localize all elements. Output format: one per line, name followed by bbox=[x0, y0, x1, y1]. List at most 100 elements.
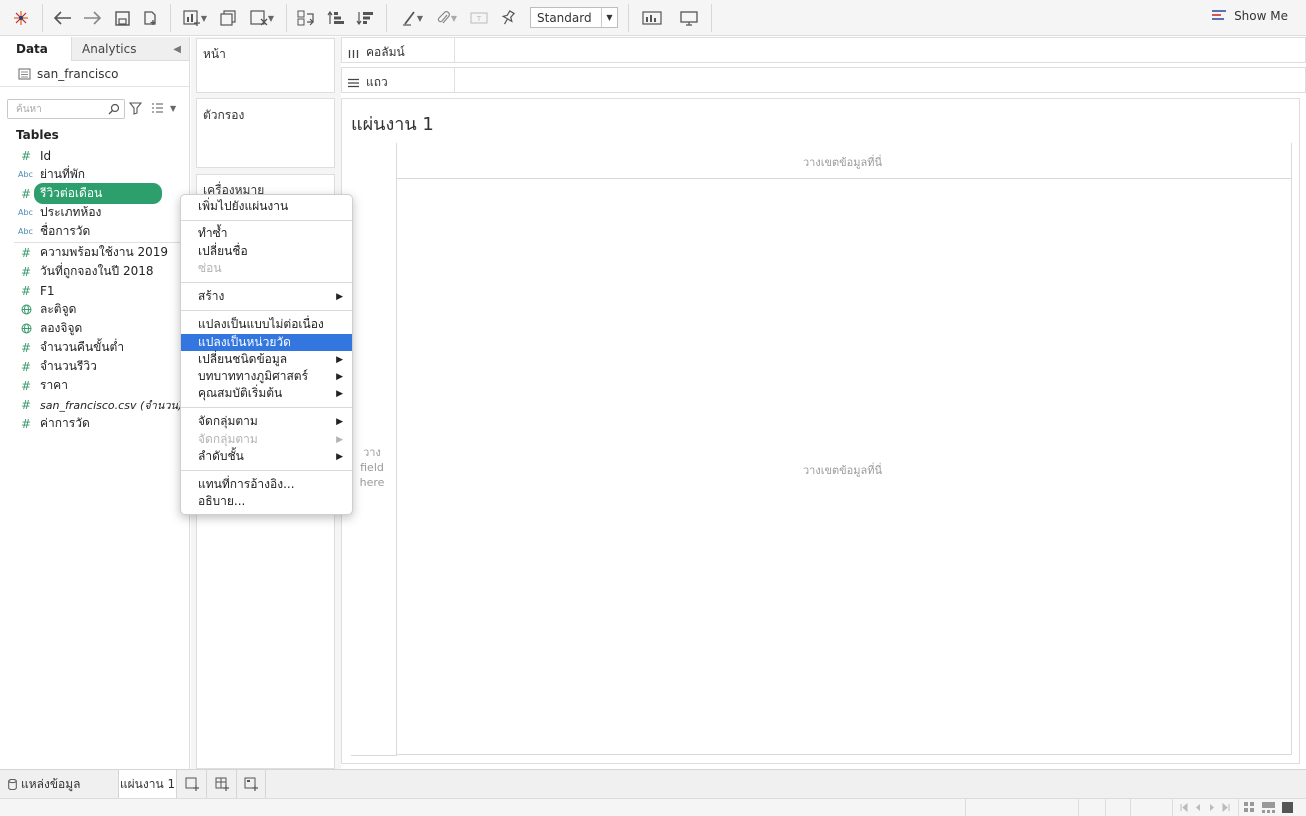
field-latitude[interactable]: ละติจูด bbox=[0, 300, 190, 319]
sheet-sorter-icon[interactable] bbox=[1244, 802, 1255, 813]
duplicate-sheet-icon[interactable] bbox=[217, 6, 239, 30]
menu-item-add-to-sheet[interactable]: เพิ่มไปยังแผ่นงาน bbox=[181, 198, 352, 215]
menu-item-label: จัดกลุ่มตาม bbox=[198, 414, 258, 428]
show-me-button[interactable]: Show Me bbox=[1212, 9, 1288, 23]
columns-icon bbox=[348, 49, 359, 58]
new-datasource-icon[interactable] bbox=[139, 6, 161, 30]
datasource-item[interactable]: san_francisco bbox=[0, 61, 189, 87]
swap-axes-icon[interactable] bbox=[294, 6, 318, 30]
show-cards-icon[interactable] bbox=[640, 6, 664, 30]
collapse-pane-icon[interactable]: ◀ bbox=[173, 44, 181, 55]
menu-item-default-properties[interactable]: คุณสมบัติเริ่มต้น ▶ bbox=[181, 385, 352, 402]
group-icon[interactable]: ▼ bbox=[432, 6, 462, 30]
highlight-icon[interactable]: ▼ bbox=[395, 6, 429, 30]
field-neighbourhood[interactable]: Abc ย่านที่พัก bbox=[0, 165, 190, 184]
database-icon bbox=[8, 778, 17, 790]
field-measure-values[interactable]: # ค่าการวัด bbox=[0, 414, 190, 433]
number-type-icon: # bbox=[21, 148, 32, 163]
field-context-menu: เพิ่มไปยังแผ่นงาน ทำซ้ำ เปลี่ยนชื่อ ซ่อน… bbox=[180, 194, 353, 515]
pin-icon[interactable] bbox=[497, 6, 519, 30]
menu-item-describe[interactable]: อธิบาย... bbox=[181, 493, 352, 510]
presentation-icon[interactable] bbox=[678, 6, 700, 30]
field-room-type[interactable]: Abc ประเภทห้อง bbox=[0, 203, 190, 222]
menu-item-label: คุณสมบัติเริ่มต้น bbox=[198, 386, 283, 400]
menu-item-geographic-role[interactable]: บทบาททางภูมิศาสตร์ ▶ bbox=[181, 368, 352, 385]
new-worksheet-tab-icon[interactable] bbox=[178, 770, 207, 798]
field-record-count[interactable]: # san_francisco.csv (จำนวน) bbox=[0, 395, 190, 414]
field-availability-2019[interactable]: # ความพร้อมใช้งาน 2019 bbox=[0, 243, 190, 262]
menu-item-label: ลำดับชั้น bbox=[198, 449, 244, 463]
field-f1[interactable]: # F1 bbox=[0, 281, 190, 300]
next-sheet-icon[interactable] bbox=[1208, 803, 1216, 812]
menu-item-folder[interactable]: จัดกลุ่มตาม ▶ bbox=[181, 431, 352, 448]
field-minimum-nights[interactable]: # จำนวนคืนขั้นต่ำ bbox=[0, 338, 190, 357]
tab-data-source[interactable]: แหล่งข้อมูล bbox=[8, 770, 81, 798]
tab-navigation bbox=[1180, 803, 1230, 812]
tabs-view-icon[interactable] bbox=[1282, 802, 1293, 813]
status-bar bbox=[0, 798, 1306, 816]
tab-data[interactable]: Data bbox=[0, 37, 72, 61]
new-dashboard-tab-icon[interactable] bbox=[208, 770, 237, 798]
field-label: ละติจูด bbox=[40, 302, 77, 316]
chevron-down-icon: ▼ bbox=[170, 103, 177, 113]
drop-field-main-zone[interactable]: วางเขตข้อมูลที่นี่ bbox=[803, 461, 882, 479]
menu-item-hierarchy[interactable]: ลำดับชั้น ▶ bbox=[181, 448, 352, 465]
menu-item-convert-to-measure[interactable]: แปลงเป็นหน่วยวัด bbox=[181, 334, 352, 351]
tableau-logo-icon[interactable] bbox=[10, 6, 32, 30]
sheet-title[interactable]: แผ่นงาน 1 bbox=[351, 109, 434, 138]
tab-analytics[interactable]: Analytics ◀ bbox=[72, 37, 189, 61]
first-sheet-icon[interactable] bbox=[1180, 803, 1188, 812]
string-type-icon: Abc bbox=[18, 170, 33, 179]
sort-descending-icon[interactable] bbox=[353, 6, 377, 30]
menu-item-change-data-type[interactable]: เปลี่ยนชนิดข้อมูล ▶ bbox=[181, 351, 352, 368]
previous-sheet-icon[interactable] bbox=[1194, 803, 1202, 812]
field-label: ค่าการวัด bbox=[40, 416, 90, 430]
new-story-tab-icon[interactable] bbox=[237, 770, 266, 798]
menu-item-convert-to-discrete[interactable]: แปลงเป็นแบบไม่ต่อเนื่อง bbox=[181, 316, 352, 333]
field-label: ย่านที่พัก bbox=[40, 167, 86, 181]
filters-card[interactable]: ตัวกรอง bbox=[196, 98, 335, 168]
menu-item-rename[interactable]: เปลี่ยนชื่อ bbox=[181, 243, 352, 260]
svg-text:T: T bbox=[476, 15, 482, 23]
filter-icon[interactable] bbox=[128, 102, 143, 118]
field-id[interactable]: # Id bbox=[0, 146, 190, 165]
field-longitude[interactable]: ลองจิจูด bbox=[0, 319, 190, 338]
menu-item-create[interactable]: สร้าง ▶ bbox=[181, 288, 352, 305]
pages-card[interactable]: หน้า bbox=[196, 38, 335, 93]
number-type-icon: # bbox=[21, 378, 32, 393]
clear-sheet-icon[interactable]: ▼ bbox=[245, 6, 279, 30]
search-input[interactable]: ค้นหา bbox=[7, 99, 125, 119]
rows-shelf[interactable]: แถว bbox=[341, 67, 1306, 93]
menu-item-group-by[interactable]: จัดกลุ่มตาม ▶ bbox=[181, 413, 352, 430]
labels-icon[interactable]: T bbox=[468, 6, 490, 30]
sort-ascending-icon[interactable] bbox=[324, 6, 348, 30]
menu-item-replace-references[interactable]: แทนที่การอ้างอิง... bbox=[181, 476, 352, 493]
field-measure-names[interactable]: Abc ชื่อการวัด bbox=[0, 222, 190, 241]
drop-field-columns-zone[interactable]: วางเขตข้อมูลที่นี่ bbox=[803, 153, 882, 171]
field-number-of-reviews[interactable]: # จำนวนรีวิว bbox=[0, 357, 190, 376]
sheet-view-modes bbox=[1244, 802, 1293, 813]
globe-icon bbox=[0, 323, 40, 334]
fit-select[interactable]: Standard ▼ bbox=[530, 7, 618, 28]
field-reviews-per-month[interactable]: # รีวิวต่อเดือน bbox=[0, 183, 190, 204]
drop-field-rows-zone[interactable]: วาง field here bbox=[356, 445, 388, 490]
list-view-icon bbox=[152, 103, 163, 113]
globe-icon bbox=[0, 304, 40, 315]
drop-field-rows-line: here bbox=[359, 476, 385, 489]
new-worksheet-icon[interactable]: ▼ bbox=[178, 6, 212, 30]
view-options-button[interactable]: ▼ bbox=[151, 102, 176, 114]
menu-item-hide[interactable]: ซ่อน bbox=[181, 260, 352, 277]
menu-item-duplicate[interactable]: ทำซ้ำ bbox=[181, 225, 352, 242]
filmstrip-icon[interactable] bbox=[1262, 802, 1275, 813]
field-price[interactable]: # ราคา bbox=[0, 376, 190, 395]
menu-item-label: ซ่อน bbox=[198, 261, 222, 275]
field-booked-days-2018[interactable]: # วันที่ถูกจองในปี 2018 bbox=[0, 262, 190, 281]
tab-sheet-1[interactable]: แผ่นงาน 1 bbox=[118, 770, 177, 798]
columns-shelf[interactable]: คอลัมน์ bbox=[341, 37, 1306, 63]
last-sheet-icon[interactable] bbox=[1222, 803, 1230, 812]
save-icon[interactable] bbox=[111, 6, 133, 30]
redo-icon[interactable] bbox=[81, 6, 103, 30]
show-me-icon bbox=[1212, 10, 1227, 20]
undo-icon[interactable] bbox=[52, 6, 74, 30]
tab-sheet-1-label: แผ่นงาน 1 bbox=[119, 776, 176, 791]
